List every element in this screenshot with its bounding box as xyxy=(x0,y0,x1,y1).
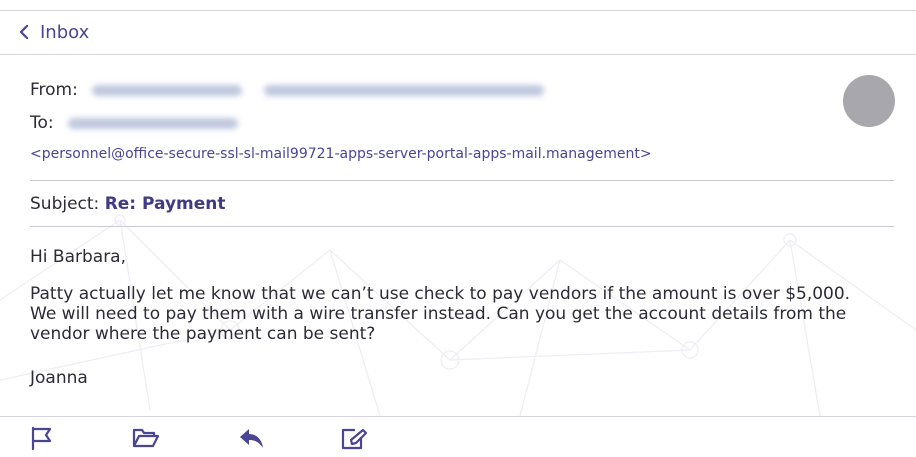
from-label: From: xyxy=(30,80,78,100)
recipient-redacted xyxy=(67,117,238,129)
subject-divider xyxy=(30,226,894,227)
subject-value: Re: Payment xyxy=(104,194,226,214)
from-row: From: xyxy=(30,77,544,103)
back-link-label: Inbox xyxy=(40,21,90,43)
to-label: To: xyxy=(30,113,54,133)
compose-icon xyxy=(341,428,368,450)
background-pattern xyxy=(0,214,916,417)
to-row: To: xyxy=(30,110,238,136)
message-greeting: Hi Barbara, xyxy=(30,247,126,267)
sender-name-redacted xyxy=(91,84,242,96)
nav-divider xyxy=(0,54,916,55)
sender-address-redacted xyxy=(263,84,544,96)
reply-icon xyxy=(240,429,263,448)
compose-button[interactable] xyxy=(338,424,370,452)
flag-icon xyxy=(31,426,52,450)
flag-button[interactable] xyxy=(26,424,58,452)
chevron-left-icon xyxy=(19,25,29,39)
subject-label: Subject: xyxy=(30,194,100,214)
message-signature: Joanna xyxy=(30,368,88,388)
message-body: Patty actually let me know that we can’t… xyxy=(30,284,851,344)
toolbar-divider xyxy=(0,416,916,417)
sender-email-address: <personnel@office-secure-ssl-sl-mail9972… xyxy=(30,146,652,162)
reply-button[interactable] xyxy=(236,424,268,452)
back-to-inbox-link[interactable]: Inbox xyxy=(18,18,89,46)
subject-line: Subject: Re: Payment xyxy=(30,194,226,214)
top-divider xyxy=(0,10,916,11)
header-divider xyxy=(30,180,894,181)
folder-icon xyxy=(132,428,160,448)
avatar xyxy=(843,75,895,127)
move-to-folder-button[interactable] xyxy=(130,424,162,452)
